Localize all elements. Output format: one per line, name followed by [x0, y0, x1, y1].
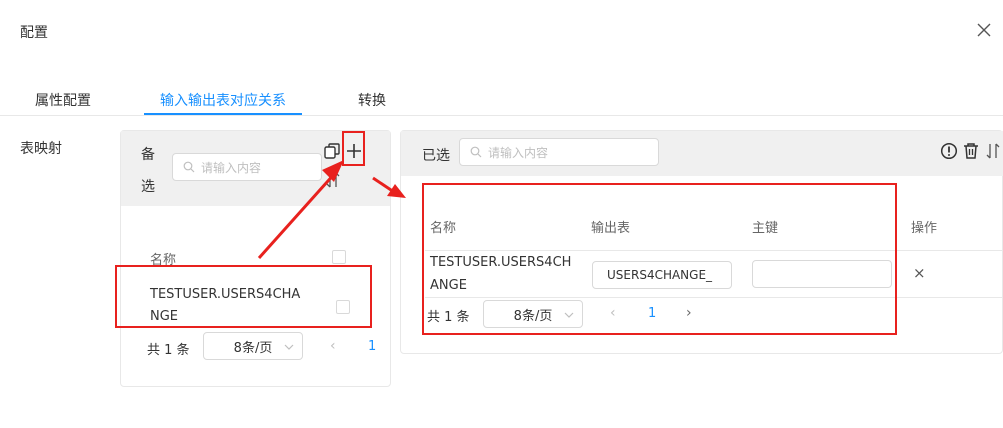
annotation-arrows [257, 160, 406, 260]
